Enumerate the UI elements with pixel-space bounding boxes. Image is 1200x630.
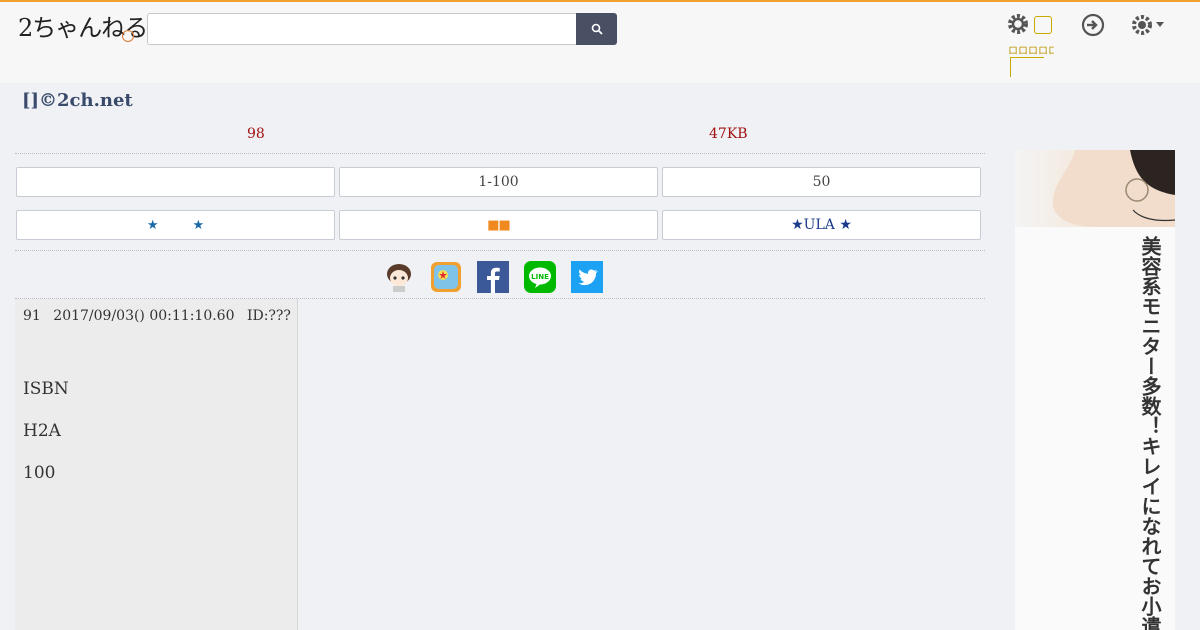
thread-title: []©2ch.net: [22, 90, 133, 111]
search-button[interactable]: [576, 13, 617, 45]
line-icon[interactable]: LINE: [524, 261, 556, 293]
square-icon: ■■: [487, 217, 511, 233]
notice-box-icon[interactable]: [1034, 16, 1052, 34]
post-number[interactable]: 91: [23, 308, 41, 324]
top-bar: 2ちゃんねる ロロロロロロ: [0, 0, 1200, 83]
facebook-icon[interactable]: [477, 261, 509, 293]
settings-icon[interactable]: [1130, 12, 1168, 42]
search-icon: [591, 23, 603, 35]
ad-photo: [1015, 150, 1175, 227]
site-logo[interactable]: 2ちゃんねる: [18, 8, 148, 44]
post-body-line: 100: [23, 463, 56, 483]
divider: [15, 250, 985, 251]
logo-badge-icon: [122, 30, 134, 42]
gear-icon[interactable]: [1006, 12, 1030, 40]
nav-button-latest[interactable]: 50: [662, 167, 981, 197]
nav-button-squares[interactable]: ■■: [339, 210, 658, 240]
post-id[interactable]: ID:???: [247, 308, 291, 324]
ula-label: ★ULA ★: [791, 217, 852, 233]
post-body-line: ISBN: [23, 379, 69, 399]
ad-banner[interactable]: 美容系モニター多数！キレイになれてお小遣いまでもらえる♪: [1015, 150, 1175, 630]
share-bar: LINE: [383, 261, 603, 293]
ad-text: 美容系モニター多数！キレイになれてお小遣いまでもらえる♪: [1138, 236, 1162, 630]
post-item: 91 2017/09/03() 00:11:10.60 ID:??? ISBN …: [15, 299, 298, 630]
nav-row-2: ★ ★ ■■ ★ULA ★: [15, 210, 985, 240]
mascot-icon[interactable]: [383, 261, 415, 293]
notice-label[interactable]: ロロロロロロ: [1008, 42, 1054, 57]
thread-size: 47KB: [709, 126, 748, 142]
twitter-icon[interactable]: [571, 261, 603, 293]
nav-button-all[interactable]: [16, 167, 335, 197]
svg-text:LINE: LINE: [531, 273, 549, 281]
nav-button-star[interactable]: ★ ★: [16, 210, 335, 240]
nav-button-ula[interactable]: ★ULA ★: [662, 210, 981, 240]
app-icon[interactable]: [430, 261, 462, 293]
post-body-line: H2A: [23, 421, 61, 441]
star-icon: ★: [146, 217, 159, 233]
post-header: 91 2017/09/03() 00:11:10.60 ID:???: [23, 308, 299, 324]
post-date: 2017/09/03() 00:11:10.60: [53, 308, 235, 324]
nav-row-1: 1-100 50: [15, 167, 985, 197]
post-count: 98: [247, 126, 265, 142]
search-input[interactable]: [147, 13, 577, 45]
star-icon: ★: [192, 217, 205, 233]
login-icon[interactable]: [1080, 12, 1106, 42]
nav-button-range[interactable]: 1-100: [339, 167, 658, 197]
notice-bracket: [1010, 57, 1044, 77]
thread-stats: 98 47KB: [15, 124, 985, 154]
